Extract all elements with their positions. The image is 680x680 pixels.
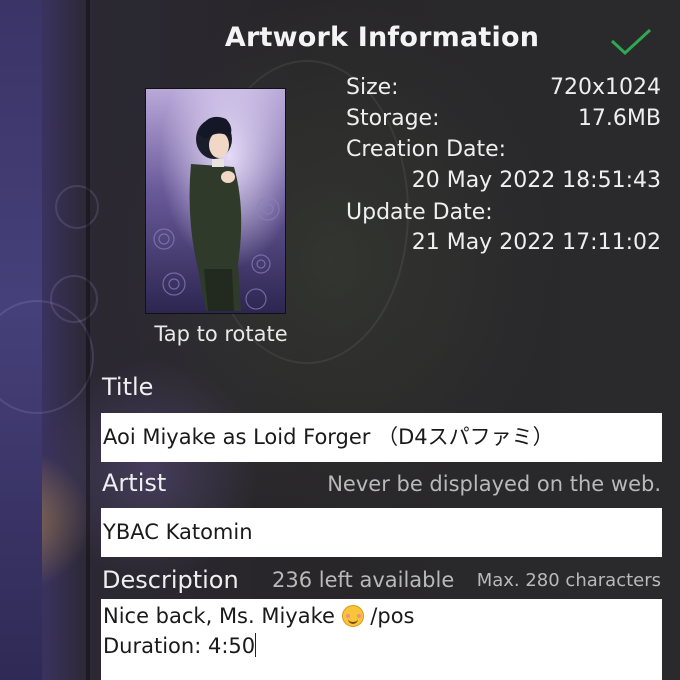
tap-to-rotate-label[interactable]: Tap to rotate xyxy=(145,322,297,346)
text-caret xyxy=(255,633,257,657)
artist-input[interactable]: YBAC Katomin xyxy=(101,508,662,557)
creation-date-label: Creation Date: xyxy=(346,137,507,162)
artist-field-label: Artist xyxy=(102,469,167,497)
check-icon[interactable] xyxy=(610,28,652,56)
description-text-part: Nice back, Ms. Miyake xyxy=(103,604,342,628)
artwork-thumbnail[interactable] xyxy=(145,88,286,314)
description-field-label: Description xyxy=(102,566,239,594)
artist-hint: Never be displayed on the web. xyxy=(327,472,661,496)
dialog-title: Artwork Information xyxy=(224,22,540,53)
smiling-face-icon xyxy=(341,605,364,627)
description-text-part: Duration: 4:50 xyxy=(103,634,256,658)
title-field-label: Title xyxy=(102,373,154,401)
creation-date-value: 20 May 2022 18:51:43 xyxy=(411,168,661,193)
description-max-hint: Max. 280 characters xyxy=(476,570,661,591)
description-remaining-count: 236 left available xyxy=(272,568,455,592)
size-label: Size: xyxy=(346,75,399,100)
description-line-2: Duration: 4:50 xyxy=(103,631,660,661)
artwork-image xyxy=(146,89,285,313)
update-date-label: Update Date: xyxy=(346,200,493,225)
update-date-value: 21 May 2022 17:11:02 xyxy=(411,230,661,255)
title-input[interactable]: Aoi Miyake as Loid Forger （D4スパファミ） xyxy=(101,413,662,462)
rose-decoration xyxy=(55,185,99,229)
storage-label: Storage: xyxy=(346,106,440,131)
description-line-1: Nice back, Ms. Miyake /pos xyxy=(103,601,660,631)
storage-value: 17.6MB xyxy=(577,106,661,131)
description-textarea[interactable]: Nice back, Ms. Miyake /pos Duration: 4:5… xyxy=(101,599,662,680)
size-value: 720x1024 xyxy=(550,75,661,100)
description-text-part: /pos xyxy=(363,604,415,628)
dialog-edge xyxy=(86,0,90,680)
